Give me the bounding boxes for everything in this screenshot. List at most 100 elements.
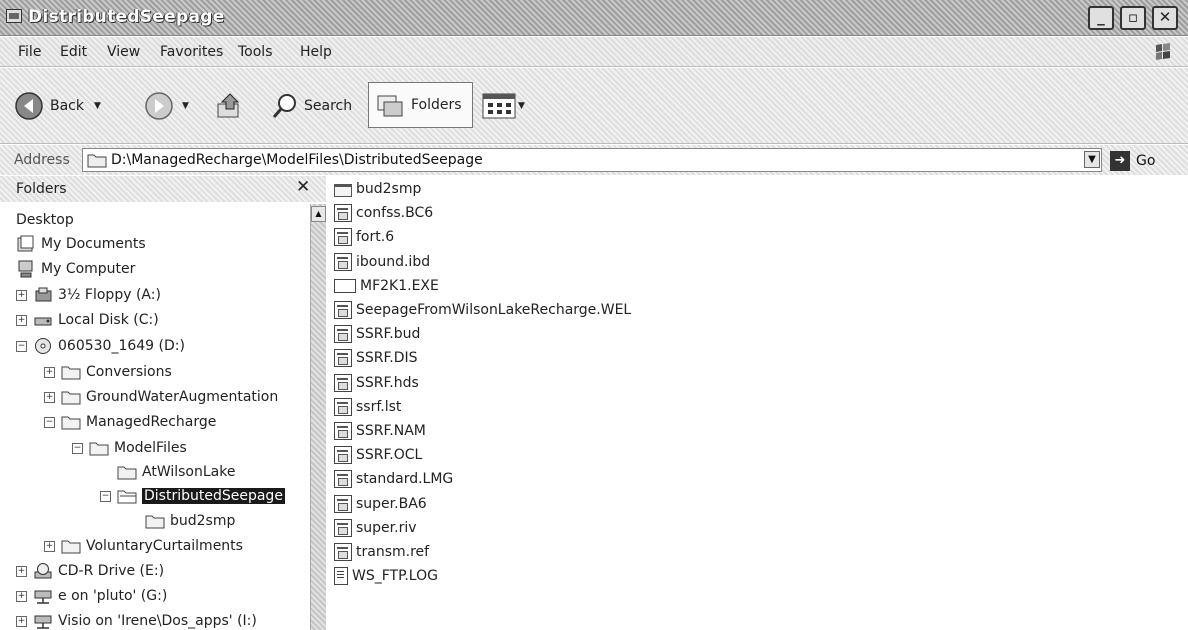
tree-item-label: Conversions (86, 364, 172, 380)
tree-item-label: My Computer (41, 261, 136, 277)
expand-icon[interactable]: + (16, 615, 27, 627)
tree-item[interactable]: +3½ Floppy (A:) (16, 283, 161, 307)
tree-item[interactable]: + Visio on 'Irene\Dos_apps' (I:) (16, 609, 257, 630)
views-dropdown-icon[interactable]: ▼ (518, 101, 525, 111)
expand-icon[interactable]: + (16, 565, 27, 577)
expand-icon[interactable]: + (44, 366, 55, 378)
documents-icon (16, 235, 36, 253)
minimize-button[interactable]: _ (1088, 6, 1114, 30)
folders-button[interactable]: Folders (368, 82, 473, 128)
file-item[interactable]: super.BA6 (334, 493, 427, 515)
tree-item[interactable]: + VoluntaryCurtailments (44, 534, 243, 558)
tree-item[interactable]: + e on 'pluto' (G:) (16, 584, 167, 608)
tree-item-label: e on 'pluto' (G:) (58, 588, 168, 604)
tree-item[interactable]: + CD-R Drive (E:) (16, 559, 164, 583)
file-item[interactable]: ssrf.lst (334, 396, 401, 418)
address-input[interactable]: D:\ManagedRecharge\ModelFiles\Distribute… (82, 148, 1102, 172)
explorer-window-icon[interactable] (6, 9, 22, 23)
file-item[interactable]: SSRF.OCL (334, 444, 422, 466)
menu-edit[interactable]: Edit (60, 44, 87, 60)
title-bar[interactable]: DistributedSeepage _ ▫ ✕ (0, 0, 1188, 36)
tree-item[interactable]: bud2smp (128, 509, 235, 533)
expand-icon[interactable]: + (44, 540, 55, 552)
expand-icon[interactable]: + (44, 391, 55, 403)
tree-item[interactable]: My Documents (16, 232, 146, 256)
tree-item[interactable]: Desktop (16, 208, 74, 232)
vertical-scrollbar[interactable]: ▲ (310, 204, 326, 630)
expand-icon[interactable]: + (16, 590, 27, 602)
file-icon (334, 470, 352, 489)
up-folder-button[interactable] (214, 86, 244, 126)
file-icon (334, 397, 352, 416)
file-name: ssrf.lst (356, 398, 402, 415)
file-name: SSRF.OCL (356, 447, 423, 464)
tree-item[interactable]: − ManagedRecharge (44, 410, 216, 434)
tree-item[interactable]: + Local Disk (C:) (16, 308, 159, 332)
file-item[interactable]: SSRF.DIS (334, 347, 418, 369)
expand-icon[interactable]: + (16, 314, 27, 326)
tree-item[interactable]: − DistributedSeepage (100, 484, 285, 508)
forward-dropdown-icon[interactable]: ▼ (182, 101, 189, 111)
tree-item[interactable]: − 060530_1649 (D:) (16, 334, 185, 358)
address-dropdown-icon[interactable]: ▼ (1084, 151, 1100, 168)
file-item[interactable]: confss.BC6 (334, 202, 433, 224)
go-button[interactable]: ➜ Go (1110, 149, 1155, 173)
file-item[interactable]: SSRF.NAM (334, 420, 426, 442)
file-item[interactable]: fort.6 (334, 226, 394, 248)
file-item[interactable]: MF2K1.EXE (334, 275, 439, 297)
menu-file[interactable]: File (18, 44, 41, 60)
menu-tools[interactable]: Tools (238, 44, 273, 60)
file-item[interactable]: super.riv (334, 517, 417, 539)
file-item[interactable]: bud2smp (334, 178, 421, 200)
collapse-icon[interactable]: − (44, 416, 55, 428)
search-button[interactable]: Search (270, 86, 352, 126)
file-icon (334, 252, 352, 271)
tree-item[interactable]: − ModelFiles (72, 436, 187, 460)
tree-item-label: Local Disk (C:) (58, 312, 159, 328)
menu-favorites[interactable]: Favorites (160, 44, 223, 60)
file-item[interactable]: WS_FTP.LOG (334, 565, 438, 587)
tree-item[interactable]: + GroundWaterAugmentation (44, 385, 278, 409)
folder-open-icon (117, 487, 137, 505)
file-item[interactable]: SSRF.hds (334, 372, 419, 394)
maximize-button[interactable]: ▫ (1120, 6, 1146, 30)
menu-view[interactable]: View (107, 44, 140, 60)
windows-logo-icon (1156, 43, 1170, 60)
tree-item-label-selected: DistributedSeepage (142, 488, 285, 504)
forward-button[interactable]: ▼ (144, 86, 189, 126)
collapse-icon[interactable]: − (100, 490, 111, 502)
back-history-dropdown-icon[interactable]: ▼ (94, 101, 101, 111)
file-list: bud2smp confss.BC6 fort.6 ibound.ibd MF2K1.E… (330, 176, 1188, 630)
views-button[interactable]: ▼ (482, 86, 525, 126)
file-item[interactable]: ibound.ibd (334, 251, 430, 273)
address-label: Address (14, 152, 70, 168)
menu-help[interactable]: Help (300, 44, 332, 60)
tree-item[interactable]: + Conversions (44, 360, 172, 384)
expand-icon[interactable]: + (16, 289, 27, 301)
file-item[interactable]: standard.LMG (334, 468, 453, 490)
scroll-up-icon[interactable]: ▲ (311, 206, 326, 222)
close-button[interactable]: ✕ (1152, 6, 1178, 30)
tree-item[interactable]: AtWilsonLake (100, 460, 235, 484)
file-item[interactable]: SeepageFromWilsonLakeRecharge.WEL (334, 299, 631, 321)
folder-icon (61, 537, 81, 555)
exe-icon (334, 278, 356, 293)
tree-item-label: ModelFiles (114, 440, 187, 456)
collapse-icon[interactable]: − (16, 340, 27, 352)
file-item[interactable]: transm.ref (334, 541, 429, 563)
log-icon (334, 567, 348, 586)
tree-item[interactable]: My Computer (16, 257, 135, 281)
collapse-icon[interactable]: − (72, 442, 83, 454)
file-item[interactable]: SSRF.bud (334, 323, 420, 345)
tree-item-label: CD-R Drive (E:) (58, 563, 165, 579)
file-name: fort.6 (356, 229, 395, 246)
file-name: super.riv (356, 519, 417, 536)
up-folder-icon (217, 93, 240, 118)
back-button[interactable]: Back ▼ (14, 86, 101, 126)
toolbar: Back ▼ ▼ Search Folders ▼ (0, 68, 1188, 144)
views-grid-icon (482, 93, 516, 119)
cd-drive-icon (33, 562, 53, 580)
close-pane-icon[interactable]: ✕ (296, 177, 310, 197)
tree-item-label: ManagedRecharge (86, 414, 217, 430)
go-arrow-icon: ➜ (1110, 151, 1130, 171)
